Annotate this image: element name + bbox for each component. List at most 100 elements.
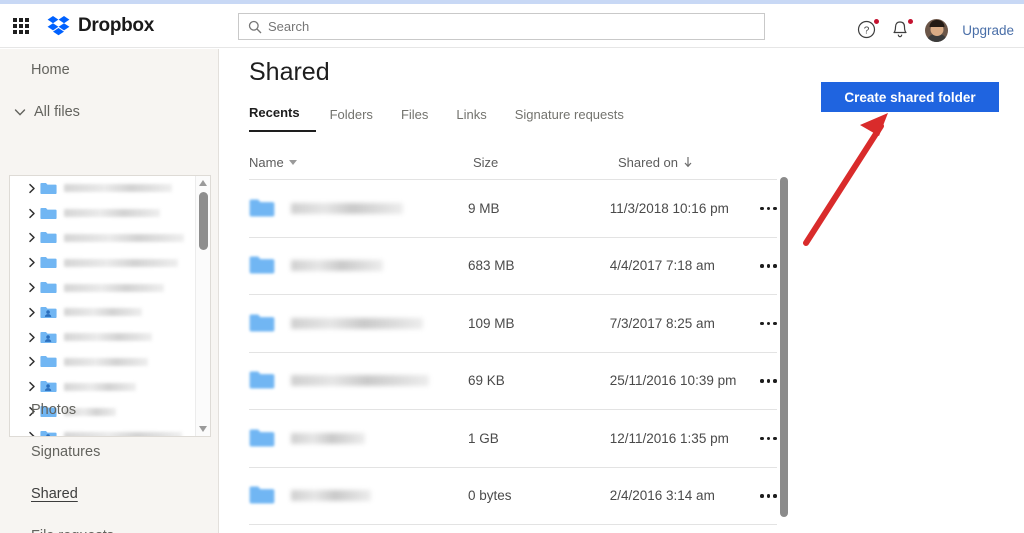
avatar-hair <box>929 19 945 27</box>
cell-name[interactable] <box>249 370 468 391</box>
column-label: Shared on <box>618 154 678 170</box>
folder-icon <box>249 485 275 506</box>
file-tree-row[interactable] <box>10 325 196 350</box>
folder-icon <box>40 256 57 269</box>
sidebar-item-photos[interactable]: Photos <box>0 389 219 431</box>
sidebar-item-file-requests[interactable]: File requests <box>0 515 219 533</box>
column-header-name[interactable]: Name <box>249 155 473 170</box>
chevron-right-icon[interactable] <box>26 208 38 219</box>
file-name-text <box>291 260 383 272</box>
file-tree-item-name <box>64 233 184 242</box>
content-scrollbar[interactable] <box>778 133 790 533</box>
content-scroll-thumb[interactable] <box>780 177 788 517</box>
column-header-size[interactable]: Size <box>473 155 618 170</box>
user-avatar[interactable] <box>925 18 949 42</box>
upgrade-link[interactable]: Upgrade <box>962 23 1014 38</box>
table-row[interactable]: 0 bytes 2/4/2016 3:14 am <box>249 468 777 525</box>
folder-icon <box>40 355 57 368</box>
cell-name[interactable] <box>249 255 468 276</box>
cell-size: 0 bytes <box>467 488 512 504</box>
cell-name[interactable] <box>249 198 468 219</box>
folder-icon <box>40 207 57 219</box>
sort-descending-icon <box>684 157 692 168</box>
table-row[interactable]: 109 MB 7/3/2017 8:25 am <box>249 295 777 353</box>
grid-apps-icon[interactable] <box>13 17 29 34</box>
overflow-menu-icon[interactable] <box>755 264 777 268</box>
cell-name[interactable] <box>249 485 468 506</box>
cell-name[interactable] <box>249 428 468 449</box>
sidebar-item-label: Photos <box>31 402 77 418</box>
file-tree-scroll-thumb[interactable] <box>199 192 208 250</box>
sidebar-item-signatures[interactable]: Signatures <box>0 431 219 473</box>
file-tree-row[interactable] <box>10 250 196 275</box>
folder-icon <box>249 199 275 217</box>
cell-shared-on: 12/11/2016 1:35 pm <box>609 430 729 446</box>
dropbox-app-window: Dropbox ? <box>0 0 1024 533</box>
sidebar: Home All files Photos Signatures Shared <box>0 49 219 533</box>
tab-folders[interactable]: Folders <box>316 107 387 132</box>
table-row[interactable]: 683 MB 4/4/2017 7:18 am <box>249 238 777 295</box>
column-header-shared-on[interactable]: Shared on <box>618 155 777 170</box>
dropbox-logo[interactable]: Dropbox <box>47 15 154 37</box>
file-tree-row[interactable] <box>10 275 196 300</box>
overflow-menu-icon[interactable] <box>755 321 777 325</box>
sidebar-item-label: Shared <box>31 486 78 502</box>
file-tree-row[interactable] <box>10 300 196 325</box>
chevron-right-icon[interactable] <box>26 183 38 194</box>
column-label: Name <box>249 154 284 170</box>
chevron-right-icon[interactable] <box>26 332 38 343</box>
chevron-right-icon[interactable] <box>26 356 38 367</box>
cell-size: 69 KB <box>467 373 505 389</box>
table-header-row: Name Size Shared on <box>249 145 777 180</box>
sidebar-item-label: All files <box>34 104 80 120</box>
file-tree-item-name <box>64 209 160 218</box>
folder-icon <box>249 486 275 504</box>
file-name-text <box>291 375 429 387</box>
scroll-up-arrow-icon[interactable] <box>199 180 207 186</box>
tab-recents[interactable]: Recents <box>249 105 316 132</box>
search-bar[interactable] <box>238 13 765 40</box>
bell-icon[interactable] <box>891 19 914 40</box>
overflow-menu-icon[interactable] <box>755 494 777 498</box>
cell-shared-on: 7/3/2017 8:25 am <box>609 315 715 331</box>
page-title: Shared <box>249 58 330 86</box>
overflow-menu-icon[interactable] <box>755 436 777 440</box>
folder-icon <box>249 429 275 447</box>
table-row[interactable]: 9 MB 11/3/2018 10:16 pm <box>249 180 777 238</box>
file-tree-item-name <box>64 258 178 267</box>
tab-signature-requests[interactable]: Signature requests <box>501 107 638 132</box>
chevron-right-icon[interactable] <box>26 232 38 243</box>
sidebar-item-shared[interactable]: Shared <box>0 473 219 515</box>
file-tree-row[interactable] <box>10 226 196 251</box>
folder-icon <box>40 356 57 368</box>
folder-icon <box>249 198 275 219</box>
file-tree-item-name <box>64 357 148 366</box>
cell-shared-on: 2/4/2016 3:14 am <box>609 488 715 504</box>
sidebar-item-all-files[interactable]: All files <box>0 91 218 133</box>
file-name-text <box>291 432 365 444</box>
overflow-menu-icon[interactable] <box>755 206 777 210</box>
shared-items-table: Name Size Shared on 9 MB 11/3/2018 10:16 … <box>249 145 777 525</box>
file-tree-row[interactable] <box>10 176 196 201</box>
file-tree-row[interactable] <box>10 201 196 226</box>
table-row[interactable]: 1 GB 12/11/2016 1:35 pm <box>249 410 777 468</box>
sidebar-item-home[interactable]: Home <box>0 49 218 91</box>
folder-icon <box>40 182 57 194</box>
tab-links[interactable]: Links <box>442 107 500 132</box>
file-tree-item-name <box>64 308 142 317</box>
folder-icon <box>40 232 57 244</box>
cell-name[interactable] <box>249 313 468 334</box>
chevron-right-icon[interactable] <box>26 257 38 268</box>
chevron-right-icon[interactable] <box>26 282 38 293</box>
create-shared-folder-button[interactable]: Create shared folder <box>821 82 999 112</box>
search-input[interactable] <box>268 19 708 34</box>
folder-icon <box>40 281 57 294</box>
tab-files[interactable]: Files <box>387 107 442 132</box>
shared-folder-icon <box>40 331 57 343</box>
file-tree-row[interactable] <box>10 350 196 375</box>
dropbox-glyph-icon <box>47 15 70 35</box>
table-row[interactable]: 69 KB 25/11/2016 10:39 pm <box>249 353 777 410</box>
chevron-right-icon[interactable] <box>26 307 38 318</box>
overflow-menu-icon[interactable] <box>755 379 777 383</box>
help-circle-icon[interactable]: ? <box>857 19 880 40</box>
